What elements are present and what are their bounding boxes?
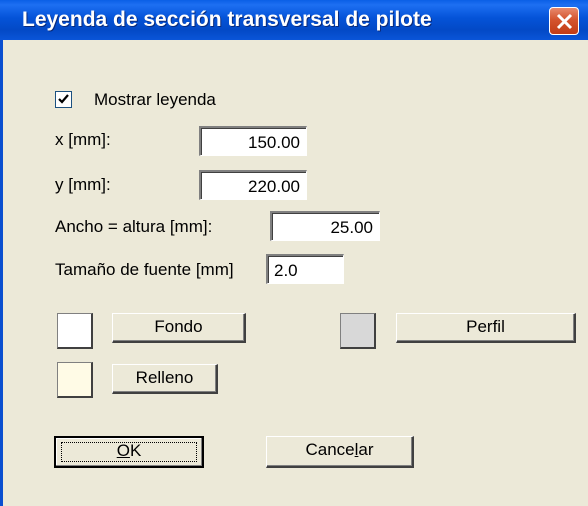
title-bar: Leyenda de sección transversal de pilote xyxy=(0,0,588,40)
font-size-input[interactable]: 2.0 xyxy=(266,254,344,284)
show-legend-checkbox[interactable] xyxy=(55,91,72,108)
x-input[interactable]: 150.00 xyxy=(199,126,307,156)
fondo-color-swatch[interactable] xyxy=(57,313,93,349)
font-size-label: Tamaño de fuente [mm] xyxy=(55,260,234,279)
cancel-label-post: ar xyxy=(358,440,374,459)
relleno-button[interactable]: Relleno xyxy=(112,364,218,394)
perfil-color-swatch[interactable] xyxy=(340,313,376,349)
ok-button[interactable]: OK xyxy=(54,436,204,468)
perfil-button[interactable]: Perfil xyxy=(396,313,576,343)
checkmark-icon xyxy=(58,94,69,104)
close-button[interactable] xyxy=(549,7,579,35)
width-height-input[interactable]: 25.00 xyxy=(270,211,380,241)
y-input[interactable]: 220.00 xyxy=(199,170,307,200)
window-title: Leyenda de sección transversal de pilote xyxy=(22,8,432,31)
width-height-label: Ancho = altura [mm]: xyxy=(55,217,213,236)
fondo-button[interactable]: Fondo xyxy=(112,313,246,343)
window-frame xyxy=(0,40,3,506)
x-label: x [mm]: xyxy=(55,130,111,149)
relleno-color-swatch[interactable] xyxy=(57,362,93,398)
close-icon xyxy=(556,13,573,30)
show-legend-label[interactable]: Mostrar leyenda xyxy=(94,90,216,110)
cancel-button[interactable]: Cancelar xyxy=(266,436,414,468)
focus-rectangle xyxy=(61,442,197,462)
y-label: y [mm]: xyxy=(55,175,111,194)
cancel-label-pre: Cance xyxy=(305,440,355,459)
